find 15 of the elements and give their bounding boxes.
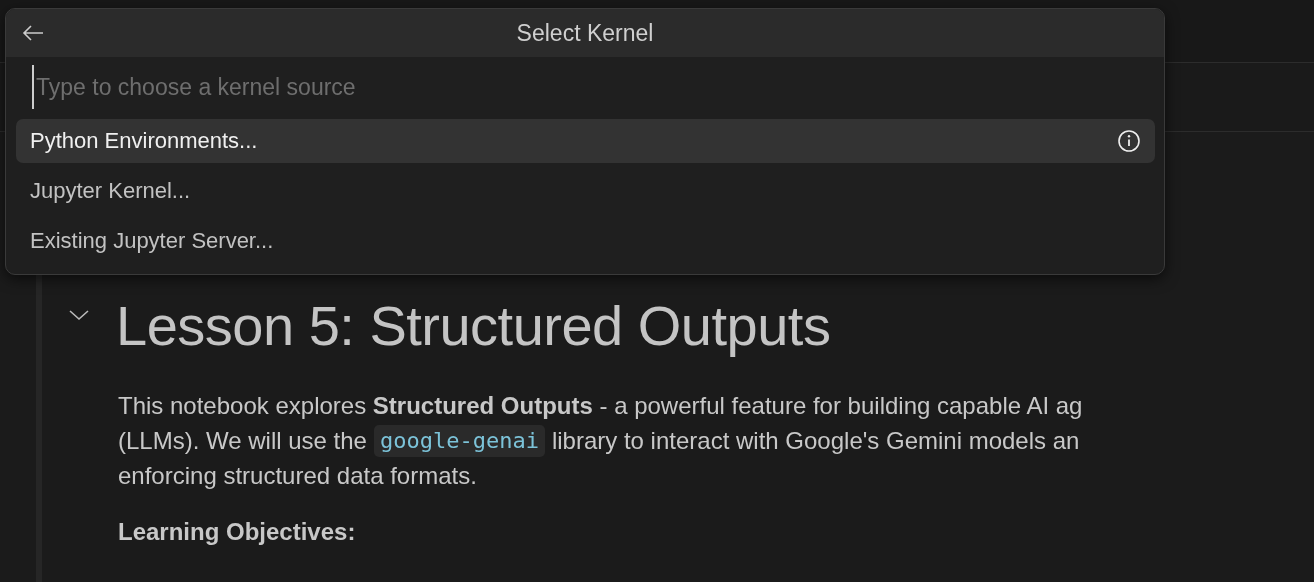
paragraph-text: (LLMs). We will use the — [118, 426, 367, 456]
search-field[interactable]: Type to choose a kernel source — [32, 65, 538, 109]
kernel-source-item[interactable]: Jupyter Kernel... — [16, 169, 1155, 213]
paragraph-line: This notebook explores Structured Outputs - a powerful feature for building capable AI ag — [118, 391, 1083, 421]
back-arrow-icon[interactable] — [22, 25, 44, 41]
inline-code: google-genai — [373, 424, 545, 457]
paragraph-text: library to interact with Google's Gemini models an — [551, 426, 1080, 456]
kernel-source-item[interactable]: Python Environments... — [16, 119, 1155, 163]
paragraph-line: enforcing structured data formats. — [118, 461, 478, 491]
heading: Lesson 5: Structured Outputs — [116, 294, 831, 358]
subheading: Learning Objectives: — [118, 518, 357, 546]
kernel-source-item[interactable]: Existing Jupyter Server... — [16, 219, 1155, 263]
chevron-icon[interactable] — [68, 308, 90, 322]
dialog-title: Select Kernel — [516, 19, 654, 47]
info-icon[interactable] — [1117, 129, 1141, 153]
